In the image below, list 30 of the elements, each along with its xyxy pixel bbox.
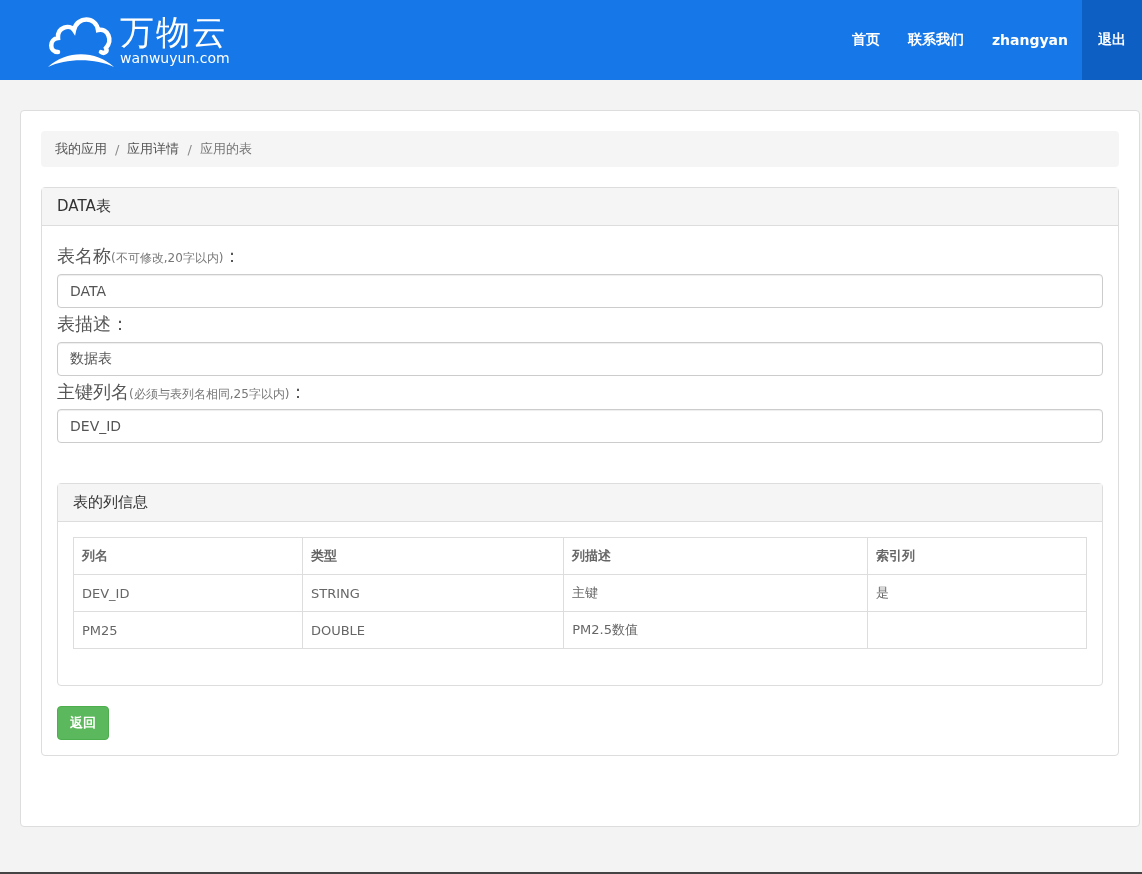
nav-link[interactable]: 联系我们 <box>893 0 978 80</box>
table-cell: PM25 <box>73 611 303 649</box>
breadcrumb-link[interactable]: 应用详情 <box>127 140 180 158</box>
table-cell: PM2.5数值 <box>563 611 868 649</box>
breadcrumb-separator: / <box>115 141 120 157</box>
column-header: 列名 <box>73 537 303 575</box>
text-input[interactable]: DEV_ID <box>57 409 1103 444</box>
nav-link[interactable]: zhangyan <box>977 0 1082 80</box>
field-label: 表描述： <box>57 313 130 334</box>
breadcrumb-separator: / <box>187 141 192 157</box>
logo-text: 万物云 <box>120 15 229 49</box>
text-input[interactable]: 数据表 <box>57 341 1103 376</box>
field-label: 主键列名(必须与表列名相同,25字以内)： <box>57 381 309 402</box>
field-label: 表名称(不可修改,20字以内)： <box>57 246 243 266</box>
table-cell: 是 <box>867 574 1087 612</box>
logo-domain: wanwuyun.com <box>120 51 230 65</box>
table-cell: DOUBLE <box>302 611 564 649</box>
breadcrumb-link[interactable]: 应用的表 <box>199 140 252 158</box>
breadcrumb-link[interactable]: 我的应用 <box>55 140 107 158</box>
nav-link[interactable]: 首页 <box>837 0 894 80</box>
table-cell: STRING <box>302 574 564 612</box>
column-header: 索引列 <box>867 537 1087 575</box>
nav-link[interactable]: 退出 <box>1082 0 1142 80</box>
panel-title: 表的列信息 <box>58 484 1102 523</box>
table-cell: 主键 <box>563 574 868 612</box>
text-input[interactable]: DATA <box>57 273 1103 308</box>
panel-title: DATA表 <box>42 188 1118 226</box>
column-header: 列描述 <box>563 537 868 575</box>
column-header: 类型 <box>302 537 564 575</box>
table-cell: DEV_ID <box>73 574 303 612</box>
